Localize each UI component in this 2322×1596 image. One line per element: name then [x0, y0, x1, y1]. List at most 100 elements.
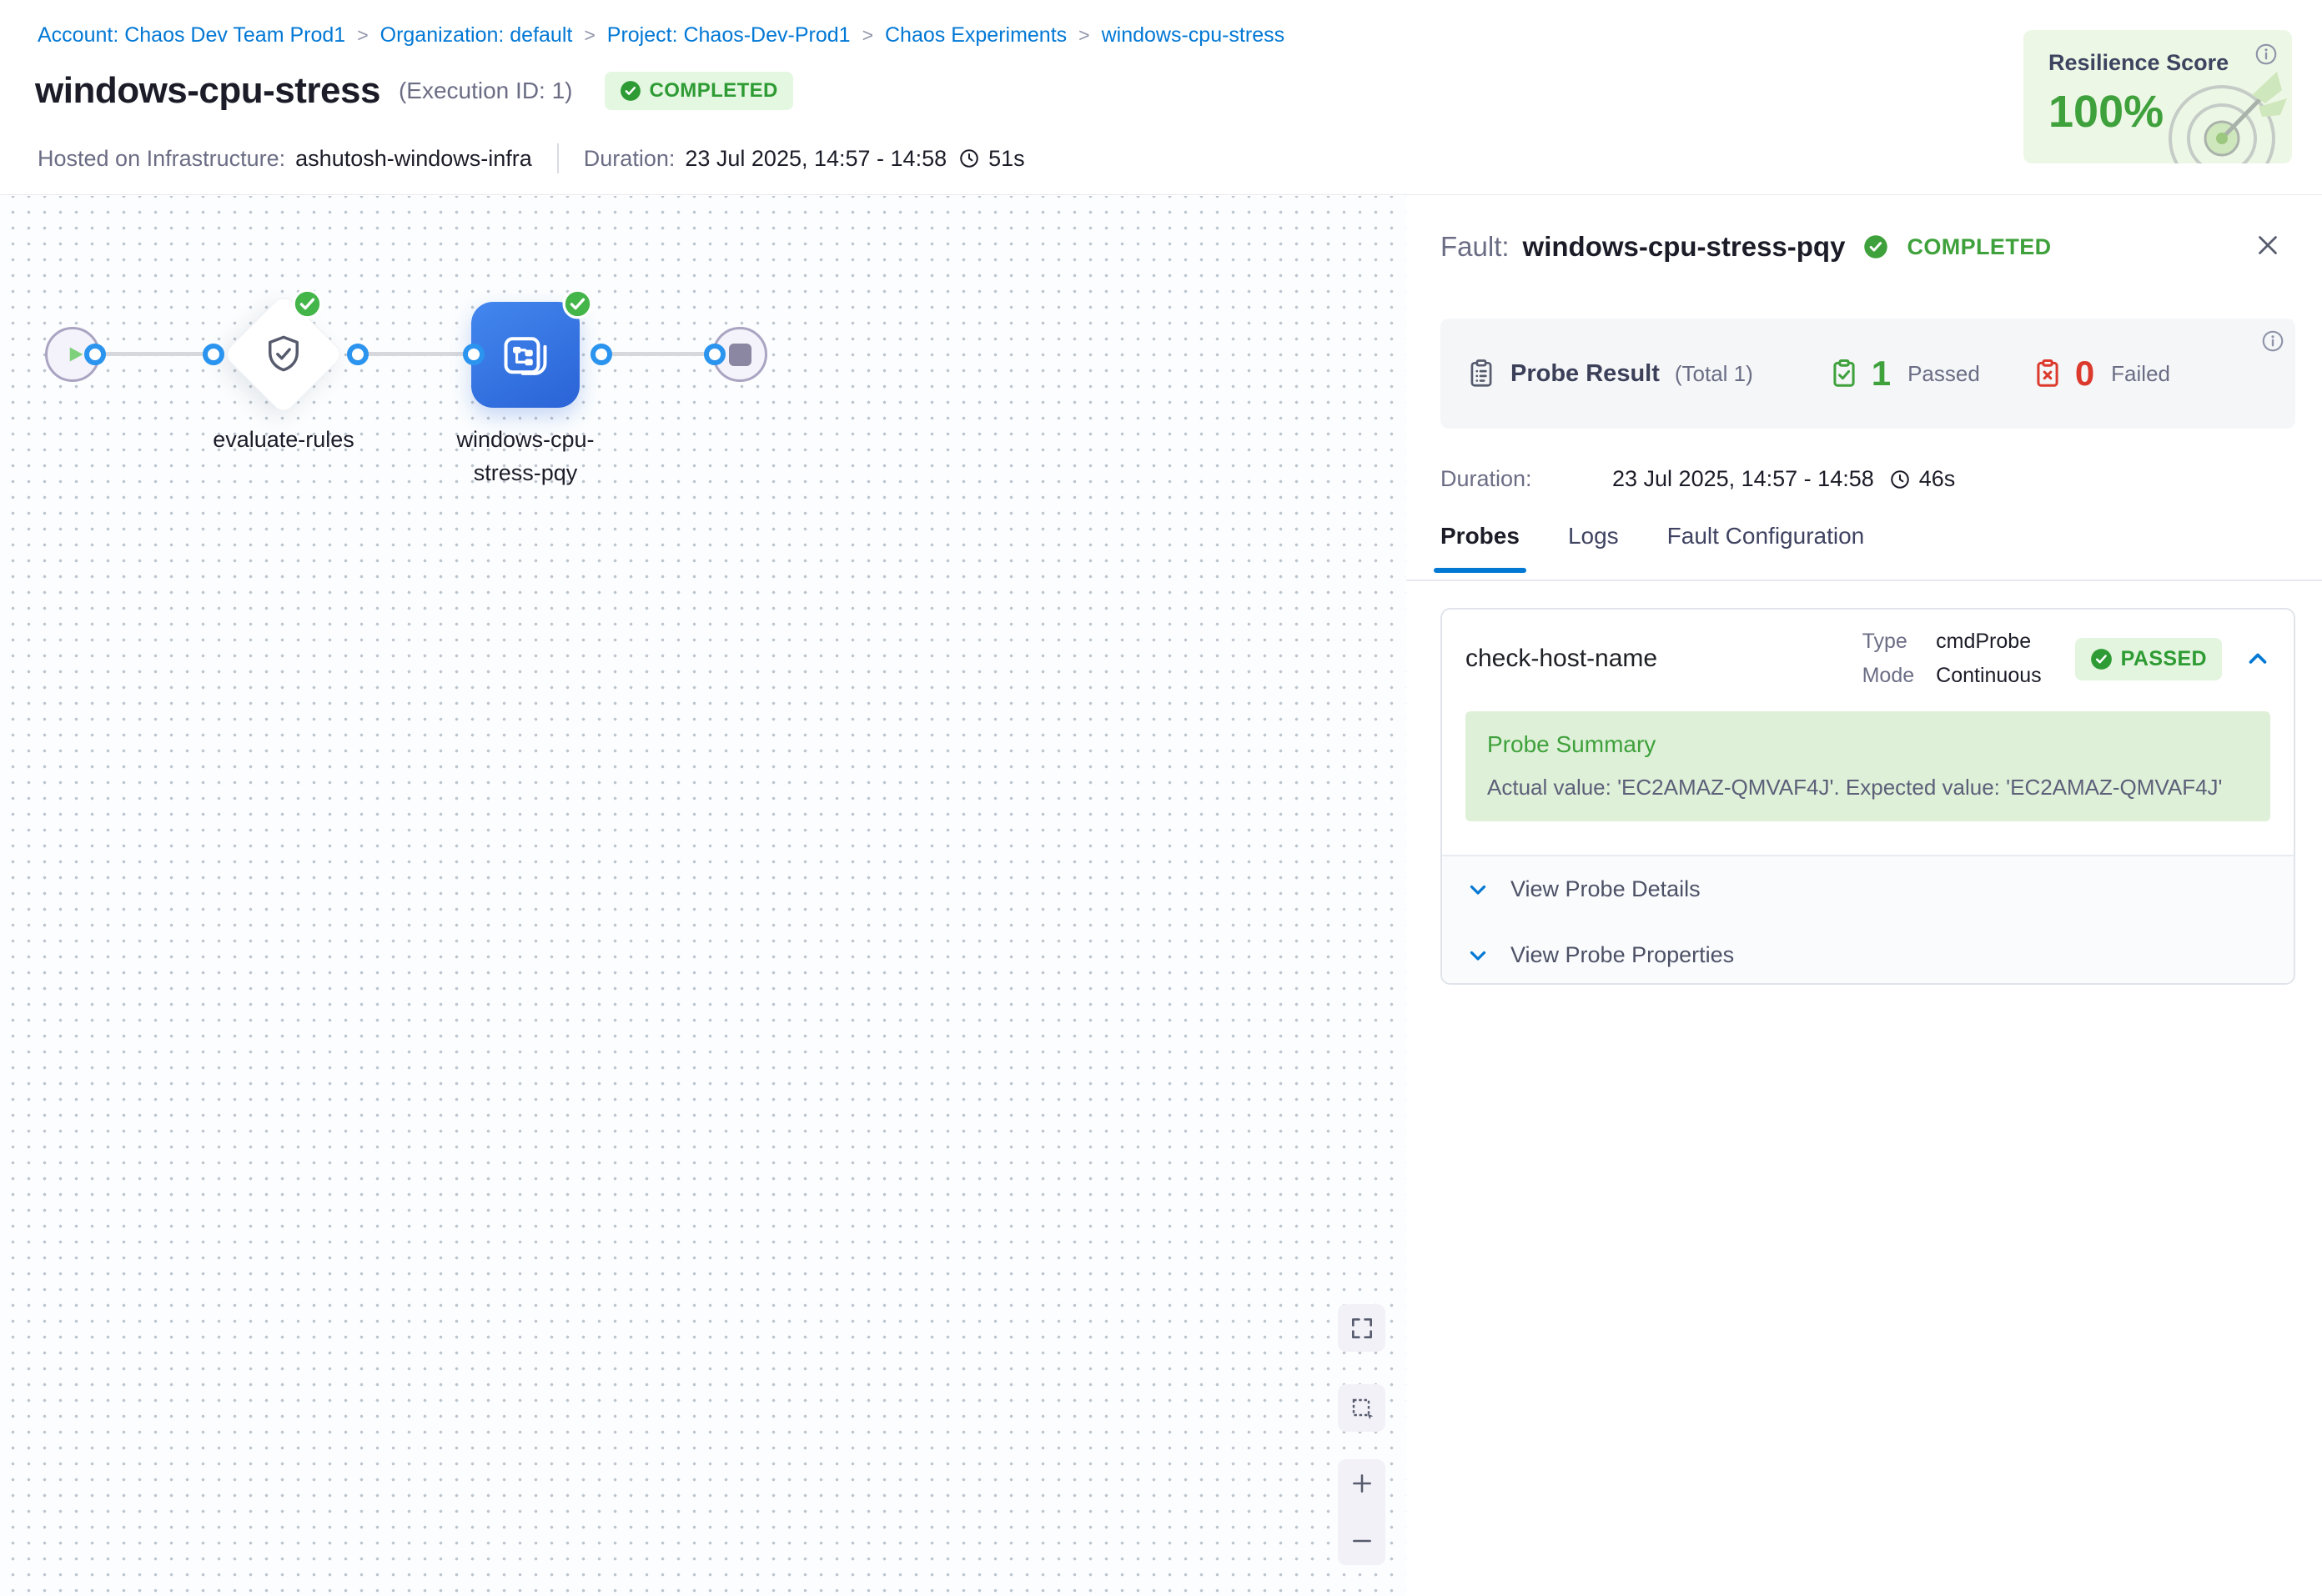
view-probe-properties[interactable]: View Probe Properties	[1442, 922, 2294, 985]
page-title: windows-cpu-stress	[35, 70, 380, 112]
fault-tabs: Probes Logs Fault Configuration	[1440, 523, 1864, 573]
probe-type-value: cmdProbe	[1936, 630, 2041, 654]
probe-mode-label: Mode	[1862, 664, 1915, 688]
chaos-fault-icon	[499, 329, 552, 382]
evaluate-rules-label: evaluate-rules	[158, 423, 409, 456]
passed-label: Passed	[1907, 361, 1980, 387]
duration-label: Duration:	[584, 146, 676, 172]
vertical-divider	[557, 143, 559, 173]
edge-evaluate-to-fault	[358, 352, 474, 356]
probe-status-label: PASSED	[2121, 647, 2207, 671]
page-header: Account: Chaos Dev Team Prod1 > Organiza…	[0, 0, 2322, 195]
breadcrumb-separator: >	[357, 24, 368, 47]
passed-clipboard-icon	[1828, 358, 1860, 389]
connector-port[interactable]	[203, 344, 224, 365]
status-badge-label: COMPLETED	[650, 79, 778, 103]
tabs-divider	[1406, 580, 2322, 581]
connector-port[interactable]	[84, 344, 106, 365]
success-badge-icon	[562, 289, 593, 319]
fault-status: COMPLETED	[1907, 234, 2051, 260]
probe-meta: Type cmdProbe Mode Continuous	[1862, 630, 2042, 688]
play-icon	[63, 342, 88, 367]
close-panel-button[interactable]	[2252, 229, 2284, 261]
execution-id: (Execution ID: 1)	[399, 78, 573, 104]
duration-elapsed: 51s	[988, 146, 1025, 172]
probe-summary-title: Probe Summary	[1487, 731, 2249, 758]
chevron-up-icon[interactable]	[2244, 645, 2272, 673]
connector-port[interactable]	[347, 344, 369, 365]
breadcrumb-project[interactable]: Project: Chaos-Dev-Prod1	[607, 23, 851, 48]
marquee-select-button[interactable]	[1338, 1384, 1385, 1432]
breadcrumb: Account: Chaos Dev Team Prod1 > Organiza…	[38, 23, 1284, 48]
probe-mode-value: Continuous	[1936, 664, 2041, 688]
probe-summary: Probe Summary Actual value: 'EC2AMAZ-QMV…	[1465, 711, 2270, 821]
failed-count: 0	[2075, 354, 2094, 394]
info-icon[interactable]	[2260, 329, 2285, 354]
probe-status-badge: PASSED	[2075, 638, 2222, 680]
tab-fault-configuration[interactable]: Fault Configuration	[1667, 523, 1865, 573]
fault-name: windows-cpu-stress-pqy	[1523, 231, 1846, 263]
breadcrumb-organization[interactable]: Organization: default	[380, 23, 573, 48]
duration-value: 23 Jul 2025, 14:57 - 14:58	[685, 146, 947, 172]
fault-details-panel: Fault: windows-cpu-stress-pqy COMPLETED …	[1406, 196, 2322, 1596]
fault-duration-row: Duration: 23 Jul 2025, 14:57 - 14:58 46s	[1440, 466, 1955, 492]
check-circle-icon	[1863, 234, 1888, 259]
failed-label: Failed	[2111, 361, 2170, 387]
fault-label: Fault:	[1440, 231, 1510, 263]
connector-port[interactable]	[704, 344, 726, 365]
fault-duration-value: 23 Jul 2025, 14:57 - 14:58	[1612, 466, 1874, 492]
tab-probes[interactable]: Probes	[1440, 523, 1520, 573]
resilience-score-card: Resilience Score 100%	[2023, 30, 2292, 163]
experiment-canvas[interactable]: evaluate-rules windows-cpu-stress-pqy	[0, 196, 1406, 1596]
view-probe-details[interactable]: View Probe Details	[1442, 856, 2294, 922]
success-badge-icon	[292, 289, 323, 319]
zoom-out-button[interactable]	[1348, 1527, 1376, 1555]
status-badge: COMPLETED	[605, 72, 793, 110]
breadcrumb-current[interactable]: windows-cpu-stress	[1102, 23, 1285, 48]
clock-icon	[1889, 469, 1911, 490]
fault-duration-label: Duration:	[1440, 466, 1612, 492]
tab-logs[interactable]: Logs	[1568, 523, 1619, 573]
infrastructure-label: Hosted on Infrastructure:	[38, 146, 285, 172]
check-circle-icon	[2090, 648, 2113, 670]
shield-check-icon	[262, 333, 305, 376]
probe-card-header[interactable]: check-host-name Type cmdProbe Mode Conti…	[1442, 610, 2294, 708]
probe-result-card: Probe Result (Total 1) 1 Passed	[1440, 319, 2295, 429]
marquee-select-icon	[1349, 1395, 1375, 1422]
zoom-controls	[1338, 1459, 1385, 1565]
fault-duration-elapsed: 46s	[1919, 466, 1956, 492]
breadcrumb-account[interactable]: Account: Chaos Dev Team Prod1	[38, 23, 345, 48]
breadcrumb-chaos-experiments[interactable]: Chaos Experiments	[885, 23, 1067, 48]
probe-result-total: (Total 1)	[1675, 361, 1753, 387]
view-probe-details-label: View Probe Details	[1510, 876, 1701, 902]
probe-type-label: Type	[1862, 630, 1915, 654]
view-probe-properties-label: View Probe Properties	[1510, 942, 1734, 968]
connector-port[interactable]	[463, 344, 485, 365]
fault-node-label: windows-cpu-stress-pqy	[434, 423, 617, 489]
breadcrumb-separator: >	[862, 24, 873, 47]
fullscreen-icon	[1349, 1315, 1375, 1342]
edge-start-to-evaluate	[95, 352, 214, 356]
check-circle-icon	[620, 80, 641, 102]
clock-icon	[958, 148, 980, 169]
infrastructure-value: ashutosh-windows-infra	[295, 146, 532, 172]
breadcrumb-separator: >	[584, 24, 595, 47]
passed-count: 1	[1872, 354, 1891, 394]
probe-card-footer: View Probe Details View Probe Properties	[1442, 855, 2294, 983]
probe-name: check-host-name	[1465, 645, 1862, 673]
probe-result-label: Probe Result	[1510, 360, 1660, 388]
probe-card: check-host-name Type cmdProbe Mode Conti…	[1440, 608, 2295, 985]
breadcrumb-separator: >	[1078, 24, 1089, 47]
fault-header: Fault: windows-cpu-stress-pqy COMPLETED	[1440, 231, 2230, 263]
edge-fault-to-end	[601, 352, 715, 356]
zoom-in-button[interactable]	[1348, 1469, 1376, 1498]
probe-summary-text: Actual value: 'EC2AMAZ-QMVAF4J'. Expecte…	[1487, 775, 2249, 801]
clipboard-icon	[1465, 358, 1497, 389]
target-illustration	[2145, 55, 2292, 163]
chevron-down-icon	[1465, 877, 1490, 902]
chevron-down-icon	[1465, 943, 1490, 968]
connector-port[interactable]	[591, 344, 612, 365]
fullscreen-button[interactable]	[1338, 1304, 1385, 1352]
stop-icon	[729, 344, 751, 366]
failed-clipboard-icon	[2032, 358, 2063, 389]
